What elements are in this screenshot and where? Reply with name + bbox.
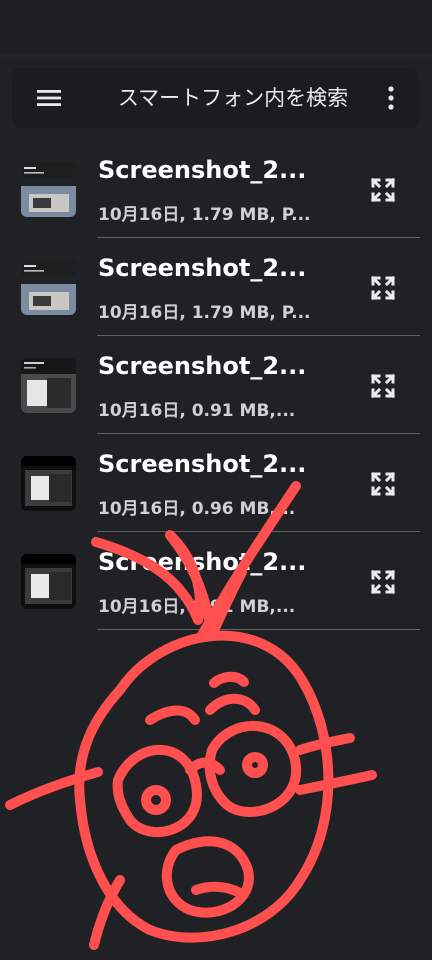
file-title: Screenshot_2... (98, 450, 307, 478)
status-bar (0, 0, 432, 54)
file-meta: 10月16日, 1.79 MB, P... (98, 303, 311, 323)
expand-icon[interactable] (366, 565, 400, 599)
expand-icon[interactable] (366, 173, 400, 207)
file-item[interactable]: Screenshot_2... 10月16日, 0.91 MB,... (0, 336, 432, 434)
expand-icon[interactable] (366, 467, 400, 501)
file-item[interactable]: Screenshot_2... 10月16日, 0.96 MB,... (0, 434, 432, 532)
search-bar[interactable]: スマートフォン内を検索 (12, 68, 419, 128)
expand-icon[interactable] (366, 369, 400, 403)
file-item[interactable]: Screenshot_2... 10月16日, 0.91 MB,... (0, 532, 432, 630)
file-title: Screenshot_2... (98, 254, 307, 282)
file-title: Screenshot_2... (98, 156, 307, 184)
top-bar-shadow (0, 54, 432, 60)
file-title: Screenshot_2... (98, 352, 307, 380)
expand-icon[interactable] (366, 271, 400, 305)
menu-icon[interactable] (36, 86, 62, 110)
file-item[interactable]: Screenshot_2... 10月16日, 1.79 MB, P... (0, 140, 432, 238)
file-meta: 10月16日, 1.79 MB, P... (98, 205, 311, 225)
file-meta: 10月16日, 0.96 MB,... (98, 499, 296, 519)
file-meta: 10月16日, 0.91 MB,... (98, 597, 296, 617)
thumbnail (21, 260, 76, 315)
thumbnail (21, 456, 76, 511)
thumbnail (21, 162, 76, 217)
more-vert-icon[interactable] (378, 84, 404, 112)
search-title[interactable]: スマートフォン内を検索 (108, 84, 358, 112)
thumbnail (21, 554, 76, 609)
divider (97, 629, 420, 630)
file-title: Screenshot_2... (98, 548, 307, 576)
thumbnail (21, 358, 76, 413)
file-item[interactable]: Screenshot_2... 10月16日, 1.79 MB, P... (0, 238, 432, 336)
file-meta: 10月16日, 0.91 MB,... (98, 401, 296, 421)
